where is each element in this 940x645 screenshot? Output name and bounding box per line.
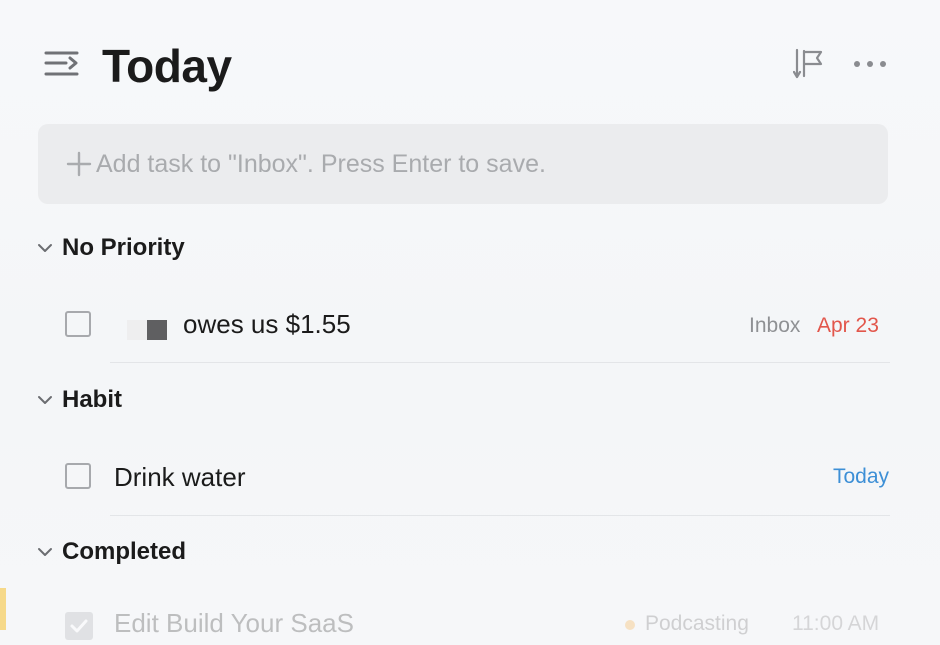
sidebar-toggle-button[interactable]	[44, 48, 80, 80]
chevron-down-icon	[38, 396, 52, 404]
section-header-completed[interactable]: Completed	[36, 538, 186, 566]
completion-time: 11:00 AM	[792, 612, 880, 635]
add-task-bar[interactable]	[38, 124, 888, 204]
section-label: Habit	[62, 386, 122, 413]
task-checkbox[interactable]	[65, 311, 91, 337]
today-view: Today No Priority	[0, 0, 940, 640]
task-row[interactable]: owes us $1.55 Inbox Apr 23	[0, 290, 900, 363]
task-due-date[interactable]: Today	[833, 465, 889, 489]
redacted-name	[127, 320, 167, 340]
completed-checkbox[interactable]	[65, 612, 93, 640]
task-row[interactable]: Drink water Today	[0, 442, 900, 516]
section-label: Completed	[62, 538, 187, 565]
tag-color-dot	[625, 620, 635, 630]
task-tag[interactable]: Podcasting	[645, 612, 749, 636]
section-header-no-priority[interactable]: No Priority	[36, 234, 185, 262]
more-horizontal-icon	[854, 61, 886, 67]
row-divider	[110, 362, 890, 363]
section-label: No Priority	[62, 234, 185, 261]
checkmark-icon	[70, 619, 88, 633]
task-title[interactable]: Drink water	[114, 462, 245, 493]
completed-task-row[interactable]: Edit Build Your SaaS Podcasting 11:00 AM	[0, 598, 940, 640]
task-list-name: Inbox	[749, 314, 801, 337]
sort-by-priority-icon	[792, 48, 823, 79]
add-task-input[interactable]	[96, 149, 856, 179]
row-divider	[110, 515, 890, 516]
task-title[interactable]: Edit Build Your SaaS	[114, 608, 354, 639]
chevron-down-icon	[38, 244, 52, 252]
section-header-habit[interactable]: Habit	[36, 386, 122, 414]
sidebar-toggle-icon	[44, 51, 79, 76]
chevron-down-icon	[38, 548, 52, 556]
task-checkbox[interactable]	[65, 463, 91, 489]
page-title: Today	[102, 40, 232, 92]
task-title[interactable]: owes us $1.55	[183, 309, 351, 340]
plus-icon	[66, 151, 92, 177]
sort-button[interactable]	[792, 48, 825, 80]
more-options-button[interactable]	[852, 52, 888, 76]
task-due-date[interactable]: Apr 23	[817, 314, 879, 338]
